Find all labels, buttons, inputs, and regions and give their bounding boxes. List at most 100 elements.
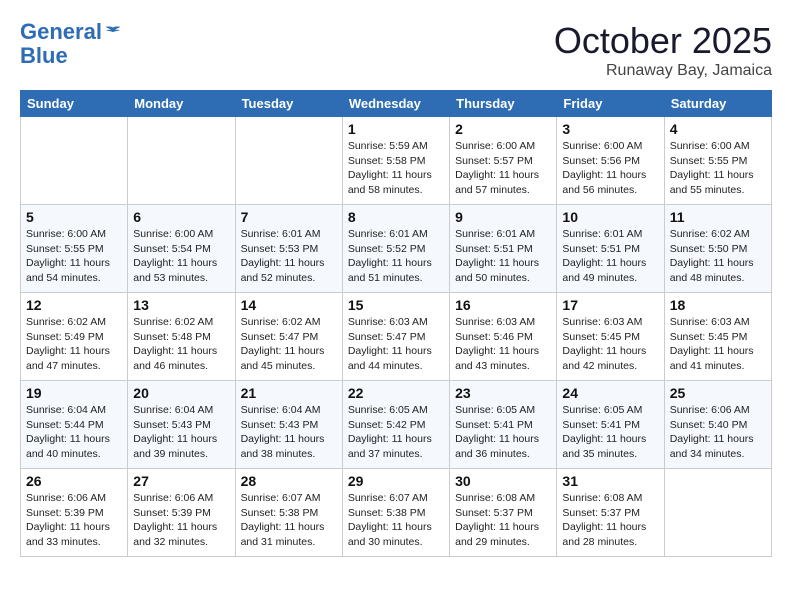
day-number: 9 [455, 209, 551, 225]
calendar-cell: 18Sunrise: 6:03 AM Sunset: 5:45 PM Dayli… [664, 293, 771, 381]
day-info: Sunrise: 6:01 AM Sunset: 5:51 PM Dayligh… [562, 227, 658, 286]
calendar-cell: 15 Sunrise: 6:03 AM Sunset: 5:47 PM Dayli… [342, 293, 449, 381]
calendar-cell: 24 Sunrise: 6:05 AM Sunset: 5:41 PM Dayli… [557, 381, 664, 469]
day-number: 19 [26, 385, 122, 401]
day-number: 3 [562, 121, 658, 137]
calendar-cell: 9 Sunrise: 6:01 AM Sunset: 5:51 PM Daylig… [450, 205, 557, 293]
calendar-cell: 25 Sunrise: 6:06 AM Sunset: 5:40 PM Dayli… [664, 381, 771, 469]
day-info: Sunrise: 6:06 AM Sunset: 5:39 PM Dayligh… [133, 491, 229, 550]
month-title: October 2025 [554, 20, 772, 62]
calendar-cell: 23Sunrise: 6:05 AM Sunset: 5:41 PM Dayli… [450, 381, 557, 469]
calendar-week-4: 19 Sunrise: 6:04 AM Sunset: 5:44 PM Dayli… [21, 381, 772, 469]
calendar-cell: 22Sunrise: 6:05 AM Sunset: 5:42 PM Dayli… [342, 381, 449, 469]
calendar-cell: 26 Sunrise: 6:06 AM Sunset: 5:39 PM Dayli… [21, 469, 128, 557]
calendar-cell: 4Sunrise: 6:00 AM Sunset: 5:55 PM Daylig… [664, 117, 771, 205]
logo: General Blue [20, 20, 122, 68]
day-number: 31 [562, 473, 658, 489]
calendar-cell: 29 Sunrise: 6:07 AM Sunset: 5:38 PM Dayli… [342, 469, 449, 557]
calendar-cell: 31 Sunrise: 6:08 AM Sunset: 5:37 PM Dayli… [557, 469, 664, 557]
calendar-cell [664, 469, 771, 557]
calendar-cell: 5 Sunrise: 6:00 AM Sunset: 5:55 PM Daylig… [21, 205, 128, 293]
day-info: Sunrise: 6:02 AM Sunset: 5:49 PM Dayligh… [26, 315, 122, 374]
weekday-header-row: SundayMondayTuesdayWednesdayThursdayFrid… [21, 91, 772, 117]
day-number: 5 [26, 209, 122, 225]
day-info: Sunrise: 6:01 AM Sunset: 5:52 PM Dayligh… [348, 227, 444, 286]
day-number: 10 [562, 209, 658, 225]
weekday-header-thursday: Thursday [450, 91, 557, 117]
day-info: Sunrise: 6:04 AM Sunset: 5:43 PM Dayligh… [133, 403, 229, 462]
day-number: 12 [26, 297, 122, 313]
day-number: 2 [455, 121, 551, 137]
day-info: Sunrise: 6:00 AM Sunset: 5:55 PM Dayligh… [26, 227, 122, 286]
logo-blue: Blue [20, 44, 122, 68]
day-info: Sunrise: 6:03 AM Sunset: 5:47 PM Dayligh… [348, 315, 444, 374]
logo-bird-icon [104, 24, 122, 42]
weekday-header-monday: Monday [128, 91, 235, 117]
calendar-cell: 13 Sunrise: 6:02 AM Sunset: 5:48 PM Dayli… [128, 293, 235, 381]
day-number: 29 [348, 473, 444, 489]
calendar-cell: 7Sunrise: 6:01 AM Sunset: 5:53 PM Daylig… [235, 205, 342, 293]
calendar-cell: 19 Sunrise: 6:04 AM Sunset: 5:44 PM Dayli… [21, 381, 128, 469]
day-info: Sunrise: 6:06 AM Sunset: 5:39 PM Dayligh… [26, 491, 122, 550]
day-number: 21 [241, 385, 337, 401]
calendar-cell: 20 Sunrise: 6:04 AM Sunset: 5:43 PM Dayli… [128, 381, 235, 469]
day-info: Sunrise: 5:59 AM Sunset: 5:58 PM Dayligh… [348, 139, 444, 198]
day-number: 25 [670, 385, 766, 401]
calendar-cell [235, 117, 342, 205]
day-info: Sunrise: 6:02 AM Sunset: 5:50 PM Dayligh… [670, 227, 766, 286]
weekday-header-sunday: Sunday [21, 91, 128, 117]
calendar-week-3: 12 Sunrise: 6:02 AM Sunset: 5:49 PM Dayli… [21, 293, 772, 381]
day-info: Sunrise: 6:04 AM Sunset: 5:44 PM Dayligh… [26, 403, 122, 462]
day-number: 26 [26, 473, 122, 489]
calendar-cell: 14 Sunrise: 6:02 AM Sunset: 5:47 PM Dayli… [235, 293, 342, 381]
day-number: 18 [670, 297, 766, 313]
logo-text: General [20, 20, 122, 44]
day-info: Sunrise: 6:07 AM Sunset: 5:38 PM Dayligh… [348, 491, 444, 550]
logo-general: General [20, 19, 102, 44]
day-number: 1 [348, 121, 444, 137]
day-number: 30 [455, 473, 551, 489]
page-header: General Blue October 2025 Runaway Bay, J… [20, 20, 772, 80]
day-info: Sunrise: 6:08 AM Sunset: 5:37 PM Dayligh… [455, 491, 551, 550]
calendar-week-1: 1 Sunrise: 5:59 AM Sunset: 5:58 PM Daylig… [21, 117, 772, 205]
calendar-cell: 1 Sunrise: 5:59 AM Sunset: 5:58 PM Daylig… [342, 117, 449, 205]
day-info: Sunrise: 6:00 AM Sunset: 5:56 PM Dayligh… [562, 139, 658, 198]
day-info: Sunrise: 6:08 AM Sunset: 5:37 PM Dayligh… [562, 491, 658, 550]
day-number: 24 [562, 385, 658, 401]
calendar-cell: 30 Sunrise: 6:08 AM Sunset: 5:37 PM Dayli… [450, 469, 557, 557]
calendar-table: SundayMondayTuesdayWednesdayThursdayFrid… [20, 90, 772, 557]
day-info: Sunrise: 6:00 AM Sunset: 5:57 PM Dayligh… [455, 139, 551, 198]
day-info: Sunrise: 6:05 AM Sunset: 5:41 PM Dayligh… [562, 403, 658, 462]
calendar-cell: 6Sunrise: 6:00 AM Sunset: 5:54 PM Daylig… [128, 205, 235, 293]
calendar-week-5: 26 Sunrise: 6:06 AM Sunset: 5:39 PM Dayli… [21, 469, 772, 557]
day-number: 8 [348, 209, 444, 225]
day-number: 27 [133, 473, 229, 489]
day-info: Sunrise: 6:04 AM Sunset: 5:43 PM Dayligh… [241, 403, 337, 462]
day-number: 17 [562, 297, 658, 313]
day-number: 22 [348, 385, 444, 401]
weekday-header-wednesday: Wednesday [342, 91, 449, 117]
calendar-cell: 12 Sunrise: 6:02 AM Sunset: 5:49 PM Dayli… [21, 293, 128, 381]
weekday-header-friday: Friday [557, 91, 664, 117]
day-number: 16 [455, 297, 551, 313]
day-number: 14 [241, 297, 337, 313]
day-number: 20 [133, 385, 229, 401]
calendar-cell: 28Sunrise: 6:07 AM Sunset: 5:38 PM Dayli… [235, 469, 342, 557]
day-info: Sunrise: 6:06 AM Sunset: 5:40 PM Dayligh… [670, 403, 766, 462]
day-info: Sunrise: 6:00 AM Sunset: 5:54 PM Dayligh… [133, 227, 229, 286]
calendar-cell: 17 Sunrise: 6:03 AM Sunset: 5:45 PM Dayli… [557, 293, 664, 381]
day-info: Sunrise: 6:02 AM Sunset: 5:47 PM Dayligh… [241, 315, 337, 374]
day-number: 28 [241, 473, 337, 489]
day-number: 13 [133, 297, 229, 313]
day-number: 4 [670, 121, 766, 137]
day-info: Sunrise: 6:01 AM Sunset: 5:51 PM Dayligh… [455, 227, 551, 286]
calendar-cell: 11Sunrise: 6:02 AM Sunset: 5:50 PM Dayli… [664, 205, 771, 293]
day-info: Sunrise: 6:05 AM Sunset: 5:41 PM Dayligh… [455, 403, 551, 462]
calendar-week-2: 5 Sunrise: 6:00 AM Sunset: 5:55 PM Daylig… [21, 205, 772, 293]
calendar-cell [128, 117, 235, 205]
day-info: Sunrise: 6:02 AM Sunset: 5:48 PM Dayligh… [133, 315, 229, 374]
calendar-cell: 10 Sunrise: 6:01 AM Sunset: 5:51 PM Dayli… [557, 205, 664, 293]
day-info: Sunrise: 6:03 AM Sunset: 5:45 PM Dayligh… [562, 315, 658, 374]
day-number: 15 [348, 297, 444, 313]
weekday-header-saturday: Saturday [664, 91, 771, 117]
